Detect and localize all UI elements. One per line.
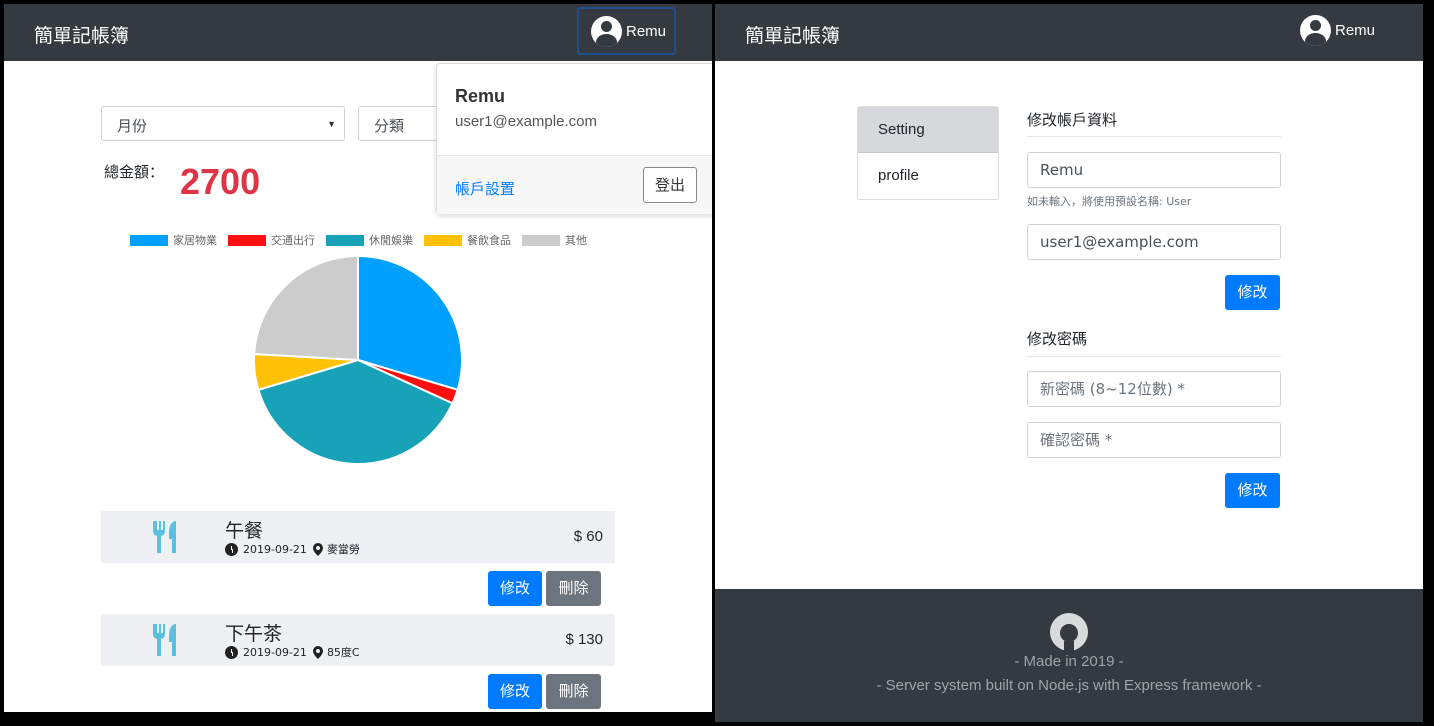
logout-button[interactable]: 登出 xyxy=(643,167,697,203)
legend-swatch xyxy=(228,234,266,246)
user-avatar-icon xyxy=(1300,15,1331,46)
total-amount: 2700 xyxy=(180,161,261,202)
record-date: 2019-09-21 xyxy=(243,542,307,556)
utensils-icon xyxy=(153,624,176,656)
legend-label: 其他 xyxy=(565,234,587,247)
new-password-input[interactable]: 新密碼 (8~12位數) * xyxy=(1027,371,1281,407)
category-select-value: 分類 xyxy=(374,118,405,135)
footer-made-in: - Made in 2019 - xyxy=(1014,653,1124,670)
update-profile-button[interactable]: 修改 xyxy=(1225,275,1280,310)
user-menu-button[interactable]: Remu xyxy=(577,7,676,55)
legend-label: 交通出行 xyxy=(271,234,315,247)
record-title: 下午茶 xyxy=(225,623,283,645)
settings-panel: 簡單記帳簿 Remu Setting profile 修改帳戶資料 Remu 如… xyxy=(715,4,1423,722)
record-row[interactable]: 下午茶 2019-09-21 85度C $ 130 xyxy=(101,614,615,666)
dropdown-user-name: Remu xyxy=(455,86,506,106)
legend-item[interactable]: 交通出行 xyxy=(228,232,315,248)
legend-item[interactable]: 餐飲食品 xyxy=(424,232,511,248)
record-row[interactable]: 午餐 2019-09-21 麥當勞 $ 60 xyxy=(101,511,615,563)
map-pin-icon xyxy=(312,542,323,556)
password-section-title: 修改密碼 xyxy=(1027,330,1088,348)
footer: - Made in 2019 - - Server system built o… xyxy=(715,589,1423,722)
side-nav-profile[interactable]: profile xyxy=(858,153,998,199)
settings-side-nav: Setting profile xyxy=(857,106,999,200)
total-label: 總金額： xyxy=(104,163,165,181)
user-avatar-icon xyxy=(591,15,622,47)
legend-swatch xyxy=(130,234,168,246)
utensils-icon xyxy=(153,521,176,553)
email-input[interactable]: user1@example.com xyxy=(1027,224,1281,260)
record-meta: 2019-09-21 麥當勞 xyxy=(225,541,360,557)
chevron-down-icon: ▼ xyxy=(327,119,336,129)
clock-icon xyxy=(225,542,238,556)
brand[interactable]: 簡單記帳簿 xyxy=(34,21,129,48)
edit-record-button[interactable]: 修改 xyxy=(488,674,542,709)
legend-item[interactable]: 其他 xyxy=(522,232,587,248)
record-date: 2019-09-21 xyxy=(243,645,307,659)
dropdown-footer: 帳戶設置 登出 xyxy=(437,155,712,214)
category-select[interactable]: 分類 xyxy=(358,106,448,141)
user-name: Remu xyxy=(1335,22,1376,39)
pie-chart xyxy=(253,254,463,465)
name-input[interactable]: Remu xyxy=(1027,152,1281,188)
user-menu-button[interactable]: Remu xyxy=(1300,15,1375,46)
account-settings-link[interactable]: 帳戶設置 xyxy=(455,178,515,199)
dropdown-user-email: user1@example.com xyxy=(455,113,597,130)
legend-item[interactable]: 家居物業 xyxy=(130,232,217,248)
navbar: 簡單記帳簿 Remu xyxy=(715,4,1423,61)
name-hint: 如未輸入，將使用預設名稱: User xyxy=(1027,195,1192,208)
pie-slice[interactable] xyxy=(253,254,359,362)
delete-record-button[interactable]: 刪除 xyxy=(546,674,601,709)
clock-icon xyxy=(225,645,238,659)
record-amount: $ 130 xyxy=(565,631,603,648)
record-meta: 2019-09-21 85度C xyxy=(225,644,360,660)
legend-swatch xyxy=(424,234,462,246)
record-location: 85度C xyxy=(326,646,360,659)
legend-item[interactable]: 休閒娛樂 xyxy=(326,232,413,248)
confirm-password-input[interactable]: 確認密碼 * xyxy=(1027,422,1281,458)
navbar: 簡單記帳簿 Remu xyxy=(4,4,712,61)
record-title: 午餐 xyxy=(225,520,264,542)
legend-label: 休閒娛樂 xyxy=(369,234,413,247)
month-select[interactable]: 月份 ▼ xyxy=(101,106,345,141)
record-location: 麥當勞 xyxy=(326,543,360,556)
divider xyxy=(1027,136,1281,137)
chart-legend: 家居物業 交通出行 休閒娛樂 餐飲食品 其他 xyxy=(130,232,598,248)
footer-built-with: - Server system built on Node.js with Ex… xyxy=(876,677,1262,694)
brand[interactable]: 簡單記帳簿 xyxy=(745,21,840,48)
side-nav-setting[interactable]: Setting xyxy=(858,107,998,153)
update-password-button[interactable]: 修改 xyxy=(1225,473,1280,508)
record-amount: $ 60 xyxy=(573,528,603,545)
map-pin-icon xyxy=(312,645,323,659)
edit-record-button[interactable]: 修改 xyxy=(488,571,542,606)
expense-list-panel: 簡單記帳簿 Remu 月份 ▼ 分類 總金額： 2700 家居物業 交通出行 休閒娛… xyxy=(4,4,712,712)
legend-label: 家居物業 xyxy=(173,234,217,247)
month-select-value: 月份 xyxy=(117,118,148,135)
legend-swatch xyxy=(522,234,560,246)
user-name: Remu xyxy=(626,22,667,40)
legend-label: 餐飲食品 xyxy=(467,234,511,247)
divider xyxy=(1027,356,1281,357)
delete-record-button[interactable]: 刪除 xyxy=(546,571,601,606)
legend-swatch xyxy=(326,234,364,246)
profile-section-title: 修改帳戶資料 xyxy=(1027,111,1118,129)
user-dropdown-menu: Remu user1@example.com 帳戶設置 登出 xyxy=(436,63,712,214)
github-icon[interactable] xyxy=(1050,613,1088,651)
